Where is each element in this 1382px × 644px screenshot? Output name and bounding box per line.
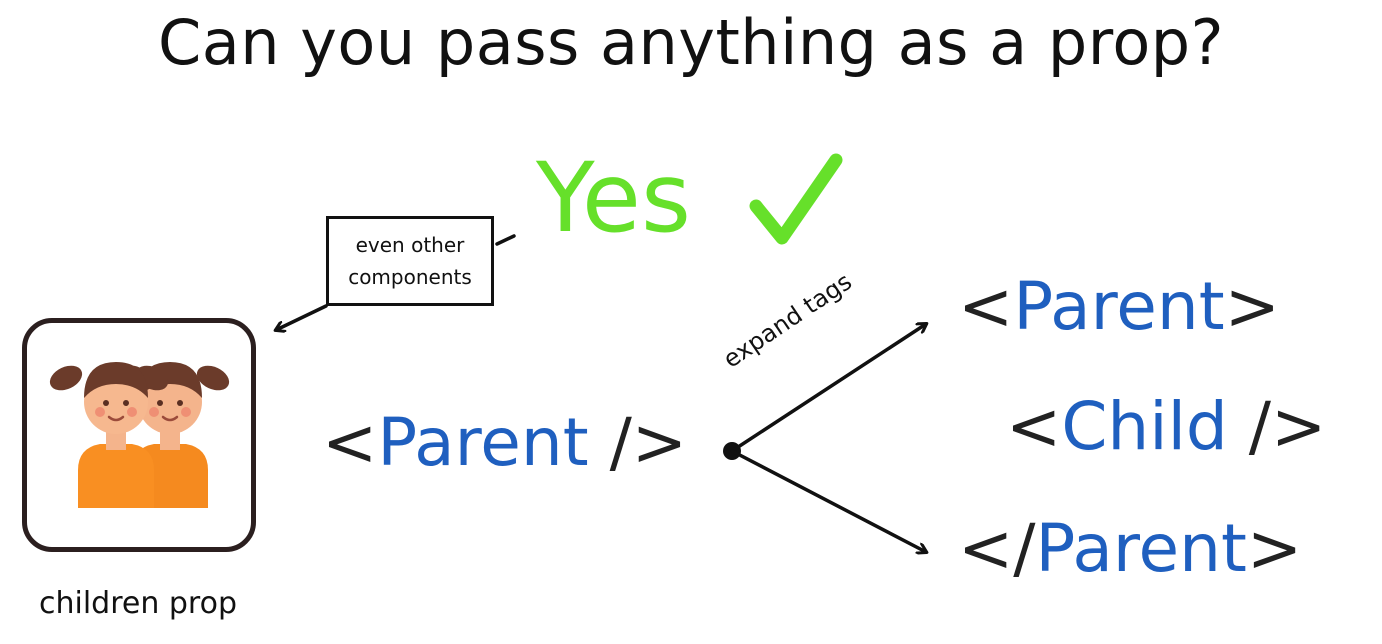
note-to-avatar-arrow: [276, 304, 328, 330]
yes-to-note-line: [495, 234, 516, 246]
checkmark-icon: [749, 153, 843, 245]
twin-girls-icon: [49, 362, 230, 508]
expand-up-arrow: [730, 324, 926, 453]
diagram-overlay: [49, 153, 1382, 644]
expand-down-arrow: [730, 449, 926, 552]
